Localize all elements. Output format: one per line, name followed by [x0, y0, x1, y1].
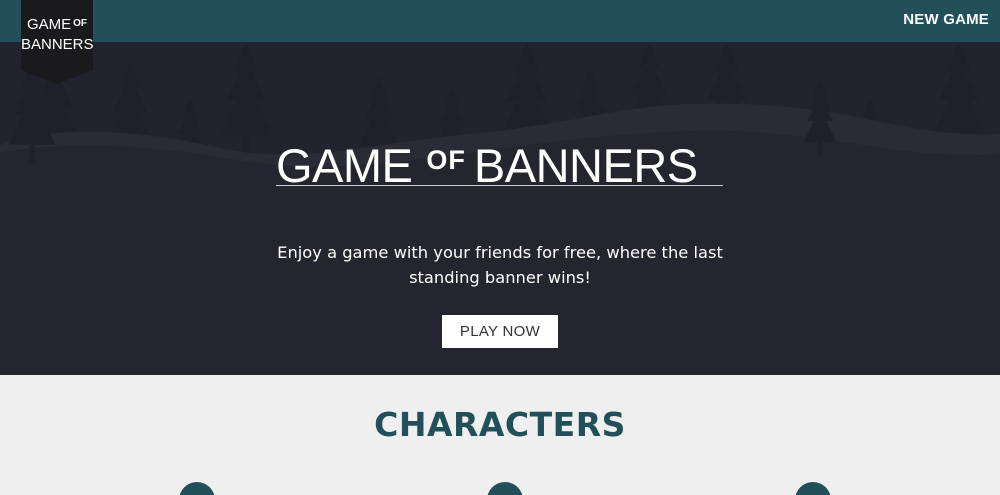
logo[interactable]: GAME OF BANNERS [21, 0, 94, 84]
hero-section: GAME OF BANNERS Enjoy a game with your fri… [0, 42, 1000, 375]
logo-word-of: OF [73, 18, 88, 29]
play-now-button[interactable]: PLAY NOW [442, 315, 558, 348]
character-avatar-3[interactable] [795, 482, 831, 495]
character-avatar-2[interactable] [487, 482, 523, 495]
characters-heading: CHARACTERS [374, 405, 626, 444]
title-divider [276, 185, 723, 186]
top-navigation-bar: NEW GAME [0, 0, 1000, 42]
logo-word-game: GAME [26, 16, 72, 33]
logo-word-banners: BANNERS [21, 36, 94, 53]
logo-text: GAME OF BANNERS [21, 14, 94, 55]
page: NEW GAME GAME OF BANNERS GAME OF BANNERS… [0, 0, 1000, 495]
character-avatar-1[interactable] [179, 482, 215, 495]
hero-title: GAME OF BANNERS [276, 134, 723, 192]
hero-title-of: OF [426, 145, 466, 175]
new-game-link[interactable]: NEW GAME [903, 11, 989, 28]
hero-subtitle: Enjoy a game with your friends for free,… [277, 243, 723, 288]
